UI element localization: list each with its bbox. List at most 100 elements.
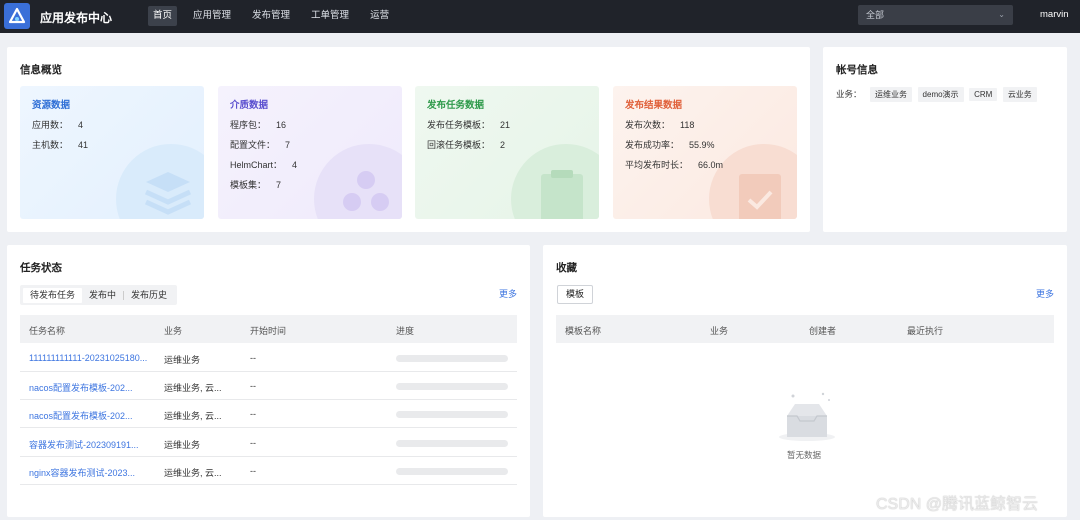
task-more-link[interactable]: 更多 (499, 287, 517, 300)
chevron-down-icon: ⌄ (998, 10, 1005, 19)
business-select[interactable]: 全部 ⌄ (858, 5, 1013, 25)
stat-card-resources: 资源数据 应用数： 4 主机数： 41 (20, 86, 204, 219)
stat-row: 模板集： 7 (230, 178, 281, 191)
stat-row: 发布成功率： 55.9% (625, 138, 715, 151)
business-select-value: 全部 (866, 10, 885, 20)
business-tag: 运维业务 (870, 87, 913, 102)
clipboard-icon (511, 144, 599, 219)
column-header: 任务名称 (29, 326, 66, 336)
tab-release-history[interactable]: 发布历史 (124, 288, 174, 303)
tab-pending-release[interactable]: 待发布任务 (23, 287, 83, 303)
task-business: 运维业务 (164, 355, 201, 365)
stat-label: 应用数： (32, 120, 69, 130)
stat-label: 配置文件： (230, 140, 276, 150)
stat-card-title: 发布结果数据 (625, 100, 683, 111)
stat-label: 发布任务模板： (427, 120, 491, 130)
task-name-link[interactable]: nacos配置发布模板-202... (29, 381, 133, 394)
nav-item-release-management[interactable]: 发布管理 (247, 6, 295, 26)
task-business: 运维业务, 云... (164, 468, 222, 478)
stat-label: 主机数： (32, 140, 69, 150)
stat-value: 7 (276, 180, 282, 190)
account-title: 帐号信息 (836, 64, 878, 76)
tab-releasing[interactable]: 发布中 (82, 288, 123, 303)
tab-templates[interactable]: 模板 (557, 285, 594, 304)
stat-value: 55.9% (689, 140, 715, 150)
task-status-title: 任务状态 (20, 262, 62, 274)
stat-card-release-tasks: 发布任务数据 发布任务模板： 21 回滚任务模板： 2 (415, 86, 599, 219)
stat-value: 7 (285, 140, 291, 150)
task-start-time: -- (250, 353, 256, 363)
stat-value: 21 (500, 120, 511, 130)
empty-state-text: 暂无数据 (787, 450, 822, 460)
column-header: 模板名称 (565, 326, 602, 336)
column-header: 业务 (164, 326, 183, 336)
nav-item-home[interactable]: 首页 (148, 6, 178, 26)
stat-card-title: 介质数据 (230, 100, 269, 111)
task-name-link[interactable]: nacos配置发布模板-202... (29, 409, 133, 422)
main-nav: 首页 应用管理 发布管理 工单管理 运营 (148, 6, 405, 26)
stat-label: 模板集： (230, 180, 267, 190)
nav-item-app-management[interactable]: 应用管理 (188, 6, 236, 26)
nav-item-operations[interactable]: 运营 (365, 6, 394, 26)
stat-value: 41 (78, 140, 89, 150)
user-name[interactable]: marvin (1040, 9, 1069, 20)
task-start-time: -- (250, 438, 256, 448)
task-name-link[interactable]: 容器发布测试-202309191... (29, 438, 139, 451)
stat-value: 4 (78, 120, 84, 130)
task-name-link[interactable]: 111111111111-20231025180... (29, 353, 147, 363)
stat-row: 应用数： 4 (32, 118, 83, 131)
stat-card-release-results: 发布结果数据 发布次数： 118 发布成功率： 55.9% 平均发布时长： 66.0m (613, 86, 797, 219)
stat-card-title: 发布任务数据 (427, 100, 485, 111)
column-header: 最近执行 (907, 326, 944, 336)
stat-row: HelmChart： 4 (230, 158, 297, 171)
stat-row: 程序包： 16 (230, 118, 286, 131)
task-name-link[interactable]: nginx容器发布测试-2023... (29, 466, 135, 479)
table-row: nginx容器发布测试-2023... 运维业务, 云... -- (20, 457, 517, 485)
watermark: CSDN @腾讯蓝鲸智云 (876, 496, 1039, 513)
task-start-time: -- (250, 381, 256, 391)
progress-bar (396, 411, 508, 418)
stat-label: 发布成功率： (625, 140, 680, 150)
table-row: 111111111111-20231025180... 运维业务 -- (20, 344, 517, 372)
business-tag: demo演示 (917, 87, 964, 102)
task-table-header: 任务名称 业务 开始时间 进度 (20, 315, 517, 343)
favorites-title: 收藏 (556, 262, 577, 274)
stat-row: 配置文件： 7 (230, 138, 290, 151)
account-business-row: 业务： 运维业务 demo演示 CRM 云业务 (836, 87, 1040, 102)
account-panel: 帐号信息 业务： 运维业务 demo演示 CRM 云业务 (823, 47, 1067, 232)
table-row: nacos配置发布模板-202... 运维业务, 云... -- (20, 372, 517, 400)
overview-title: 信息概览 (20, 64, 62, 76)
empty-box-icon (773, 388, 841, 444)
logo-icon[interactable] (4, 3, 30, 29)
task-tabs: 待发布任务 发布中 发布历史 (20, 285, 178, 305)
stat-label: 程序包： (230, 120, 267, 130)
stat-value: 4 (292, 160, 298, 170)
task-start-time: -- (250, 409, 256, 419)
business-label: 业务： (836, 89, 862, 99)
stat-value: 118 (680, 120, 695, 130)
stat-value: 66.0m (698, 160, 724, 170)
column-header: 业务 (710, 326, 729, 336)
progress-bar (396, 440, 508, 447)
stat-label: 回滚任务模板： (427, 140, 491, 150)
stat-value: 16 (276, 120, 287, 130)
task-business: 运维业务 (164, 440, 201, 450)
favorites-more-link[interactable]: 更多 (1036, 287, 1054, 300)
stat-row: 回滚任务模板： 2 (427, 138, 505, 151)
network-icon (314, 144, 402, 219)
stat-card-title: 资源数据 (32, 100, 71, 111)
business-tag: 云业务 (1002, 87, 1037, 102)
progress-bar (396, 468, 508, 475)
favorites-table-header: 模板名称 业务 创建者 最近执行 (556, 315, 1054, 343)
task-business: 运维业务, 云... (164, 411, 222, 421)
column-header: 创建者 (809, 326, 837, 336)
nav-item-ticket-management[interactable]: 工单管理 (306, 6, 354, 26)
table-row: 容器发布测试-202309191... 运维业务 -- (20, 429, 517, 457)
stat-row: 主机数： 41 (32, 138, 88, 151)
column-header: 进度 (396, 326, 415, 336)
stat-row: 发布次数： 118 (625, 118, 694, 131)
stat-label: 发布次数： (625, 120, 671, 130)
stat-value: 2 (500, 140, 506, 150)
progress-bar (396, 355, 508, 362)
progress-bar (396, 383, 508, 390)
